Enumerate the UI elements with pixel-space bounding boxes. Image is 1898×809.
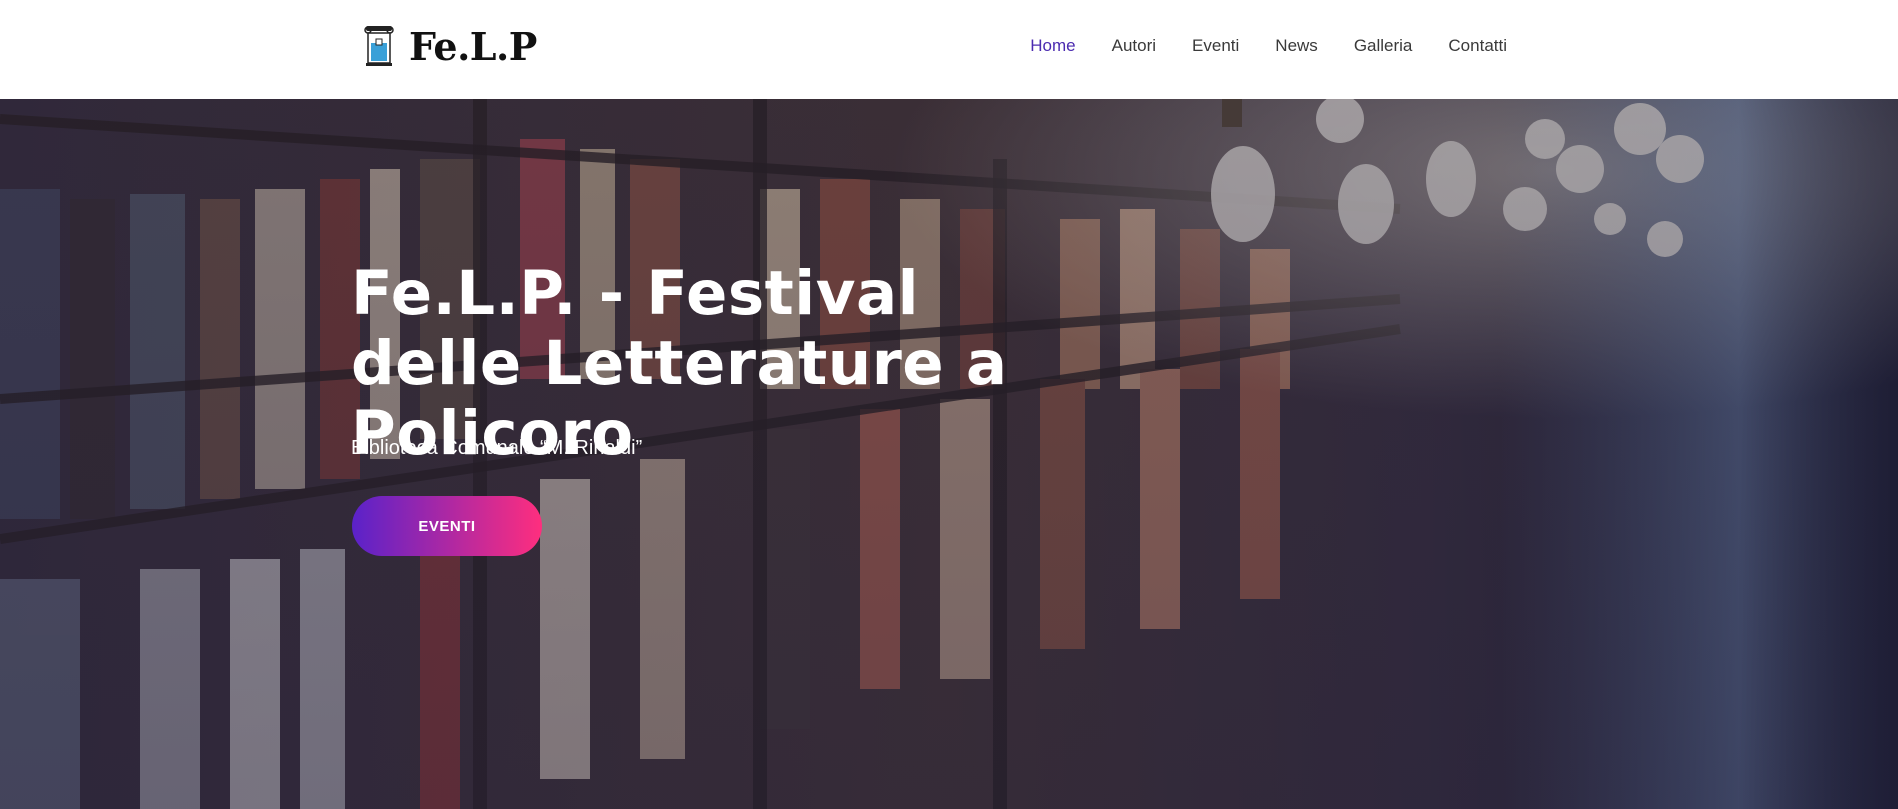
- column-book-icon: [364, 26, 394, 66]
- logo-text: Fe.L.P: [409, 23, 537, 69]
- logo[interactable]: Fe.L.P: [363, 23, 537, 69]
- nav-item-home[interactable]: Home: [1030, 33, 1075, 59]
- site-header: Fe.L.P Home Autori Eventi News Galleria …: [0, 0, 1898, 99]
- hero-subtitle: Biblioteca Comunale “M. Rinaldi”: [351, 437, 643, 459]
- hero-section: Fe.L.P. - Festival delle Letterature a P…: [0, 99, 1898, 809]
- nav-item-eventi[interactable]: Eventi: [1192, 33, 1239, 59]
- eventi-button[interactable]: EVENTI: [352, 496, 542, 556]
- nav-item-contatti[interactable]: Contatti: [1448, 33, 1507, 59]
- nav-item-autori[interactable]: Autori: [1112, 33, 1156, 59]
- main-nav: Home Autori Eventi News Galleria Contatt…: [994, 33, 1507, 59]
- nav-item-news[interactable]: News: [1275, 33, 1318, 59]
- nav-item-galleria[interactable]: Galleria: [1354, 33, 1413, 59]
